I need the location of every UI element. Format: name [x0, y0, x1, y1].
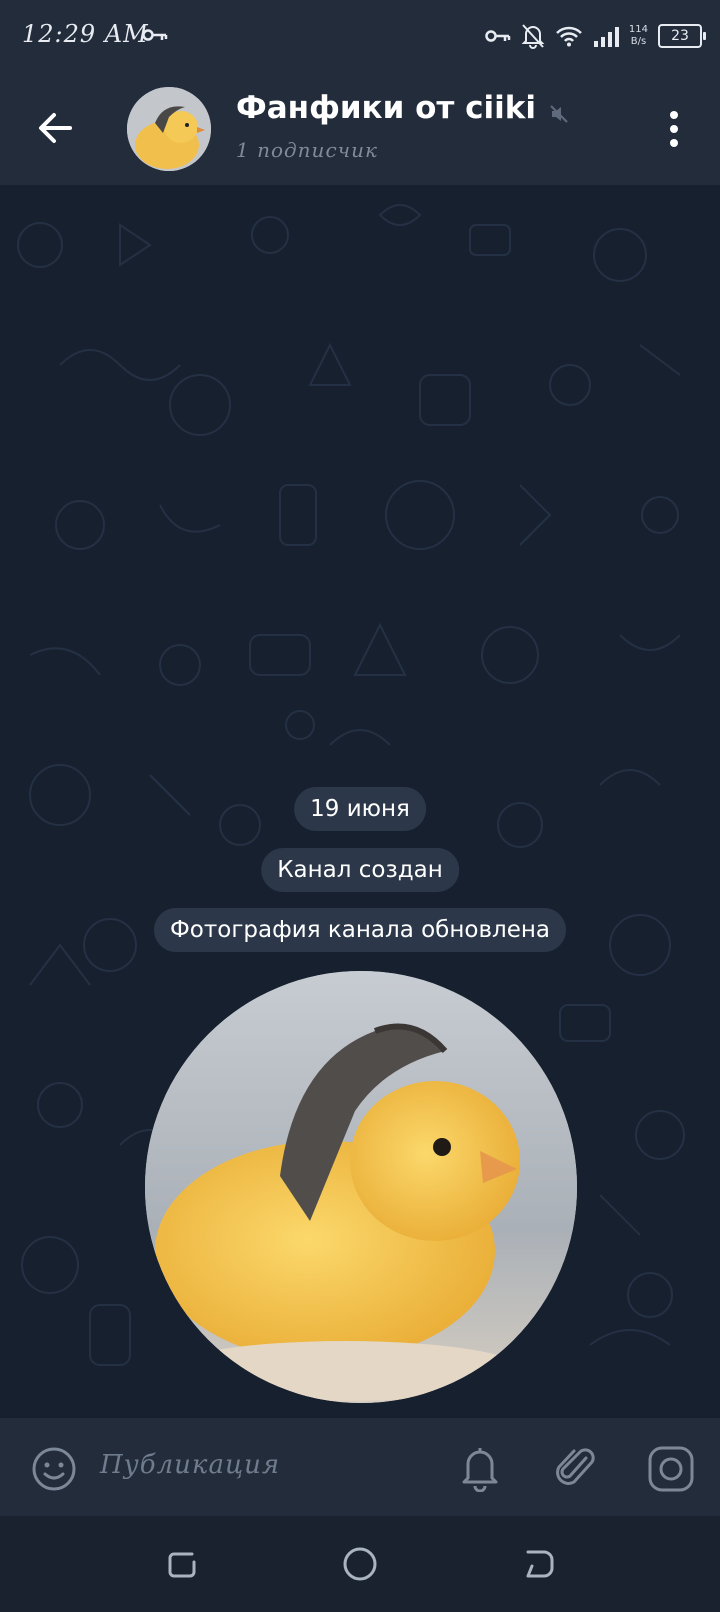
- bell-icon[interactable]: [456, 1442, 504, 1492]
- composer-bar: Публикация: [0, 1418, 720, 1516]
- chat-area[interactable]: 19 июня Канал создан Фотография канала о…: [0, 185, 720, 1418]
- service-message-photo-updated: Фотография канала обновлена: [153, 908, 567, 952]
- paperclip-icon[interactable]: [552, 1442, 600, 1492]
- status-bar: 12:29 AM 114 B/s 23: [0, 0, 720, 72]
- system-navigation-bar: [0, 1516, 720, 1612]
- home-icon[interactable]: [340, 1544, 380, 1584]
- channel-avatar[interactable]: [127, 87, 211, 171]
- recent-apps-icon[interactable]: [162, 1544, 202, 1584]
- vpn-key-icon: [485, 30, 511, 42]
- more-vertical-icon[interactable]: [664, 106, 684, 152]
- battery-indicator: 23: [658, 24, 706, 48]
- camera-icon[interactable]: [646, 1444, 696, 1494]
- arrow-left-icon[interactable]: [32, 105, 78, 151]
- smile-icon[interactable]: [30, 1445, 78, 1493]
- message-input[interactable]: Публикация: [100, 1450, 280, 1480]
- wifi-icon: [556, 26, 582, 47]
- notifications-off-icon: [521, 24, 545, 49]
- channel-photo[interactable]: [145, 971, 577, 1403]
- chick-avatar-image: [127, 87, 211, 171]
- chick-photo-image: [145, 971, 577, 1403]
- signal-icon: [593, 27, 619, 47]
- speed-unit: B/s: [630, 36, 647, 47]
- status-indicators: 114 B/s 23: [485, 20, 706, 52]
- subscriber-count: 1 подписчик: [236, 138, 378, 162]
- date-separator: 19 июня: [294, 787, 426, 831]
- speaker-muted-icon: [550, 104, 568, 123]
- service-message-channel-created: Канал создан: [261, 848, 459, 892]
- chat-header: Фанфики от ciiki 1 подписчик: [0, 72, 720, 185]
- status-time: 12:29 AM: [22, 20, 149, 48]
- speed-value: 114: [628, 24, 648, 35]
- channel-title[interactable]: Фанфики от ciiki: [236, 90, 536, 126]
- vpn-key-icon: [142, 29, 168, 41]
- back-icon[interactable]: [518, 1544, 558, 1584]
- network-speed: 114 B/s: [629, 24, 648, 48]
